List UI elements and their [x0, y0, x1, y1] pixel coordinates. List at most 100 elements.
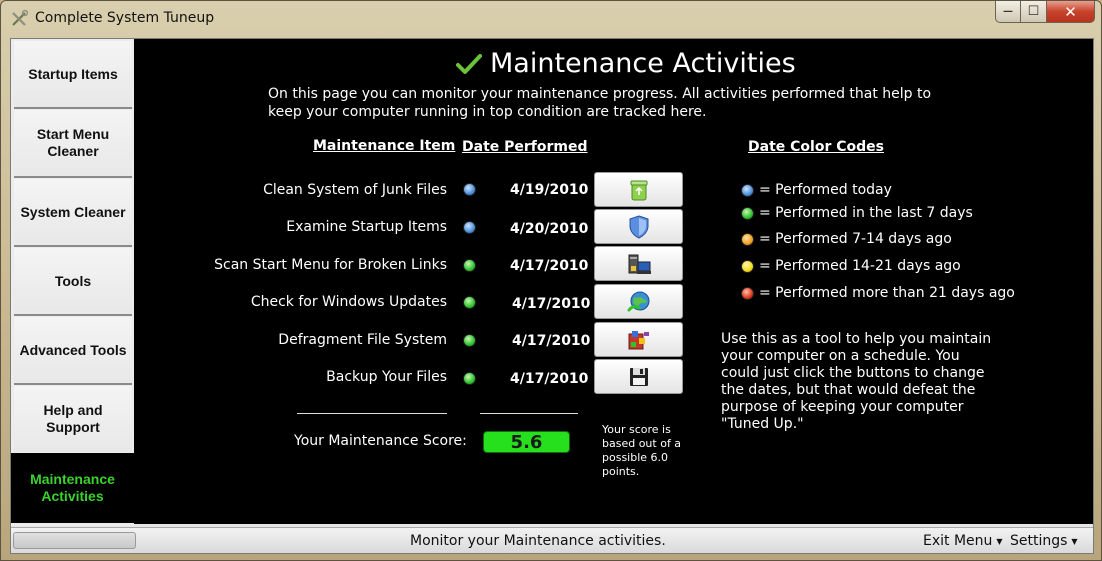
- minimize-button[interactable]: —: [995, 1, 1021, 23]
- legend-text: = Performed 7-14 days ago: [759, 231, 952, 247]
- date-performed: 4/17/2010: [510, 371, 589, 387]
- sidebar-item-label: Startup Items: [28, 65, 118, 82]
- sidebar-item-label: Tools: [54, 272, 92, 289]
- legend-text: = Performed today: [759, 182, 892, 198]
- sidebar-item-label: Help and Support: [43, 402, 103, 435]
- main-panel: Maintenance Activities On this page you …: [134, 39, 1093, 524]
- status-dot-last7: [463, 372, 476, 385]
- intro-text: On this page you can monitor your mainte…: [268, 86, 932, 120]
- legend-text: = Performed in the last 7 days: [759, 205, 973, 221]
- status-dot-today: [741, 183, 754, 197]
- column-header-legend: Date Color Codes: [748, 139, 884, 155]
- sidebar-item-startup-items[interactable]: Startup Items: [14, 41, 132, 107]
- legend-text: = Performed more than 21 days ago: [759, 285, 1015, 301]
- sidebar-divider: [14, 314, 132, 316]
- status-dot-7to14: [741, 232, 754, 246]
- checkmark-icon: [456, 53, 482, 74]
- date-performed: 4/17/2010: [512, 296, 591, 312]
- legend-item-over21: = Performed more than 21 days ago: [741, 285, 1015, 301]
- sidebar-divider: [14, 383, 132, 385]
- sidebar-divider: [14, 176, 132, 178]
- legend-item-7to14: = Performed 7-14 days ago: [741, 231, 952, 247]
- settings-dropdown[interactable]: Settings ▼: [1010, 533, 1078, 549]
- sidebar-item-label: Start Menu Cleaner: [36, 126, 110, 159]
- status-dot-last7: [741, 206, 754, 220]
- defragment-button[interactable]: [594, 322, 683, 357]
- exit-menu-dropdown[interactable]: Exit Menu ▼: [923, 533, 1003, 549]
- minimize-icon: —: [1003, 6, 1013, 17]
- exit-menu-label: Exit Menu: [923, 533, 993, 549]
- caret-down-icon: ▼: [996, 536, 1003, 546]
- status-dot-14to21: [741, 259, 754, 273]
- close-icon: ✕: [1064, 2, 1077, 21]
- clean-junk-files-button[interactable]: [594, 172, 683, 207]
- date-performed: 4/17/2010: [510, 258, 589, 274]
- maintenance-item-label: Scan Start Menu for Broken Links: [214, 257, 447, 273]
- caret-down-icon: ▼: [1071, 536, 1078, 546]
- score-note: Your score is based out of a possible 6.…: [602, 423, 682, 478]
- backup-files-button[interactable]: [594, 359, 683, 394]
- legend-item-last7: = Performed in the last 7 days: [741, 205, 973, 221]
- status-bar: Monitor your Maintenance activities. Exi…: [11, 527, 1093, 553]
- maintenance-item-label: Backup Your Files: [326, 369, 447, 385]
- status-dot-last7: [463, 259, 476, 272]
- page-title: Maintenance Activities: [456, 48, 796, 79]
- sidebar-item-system-cleaner[interactable]: System Cleaner: [14, 179, 132, 245]
- app-window: Complete System Tuneup — ☐ ✕ Startup Ite…: [0, 0, 1102, 561]
- sidebar: Startup Items Start Menu Cleaner System …: [11, 39, 134, 526]
- scan-start-menu-button[interactable]: [594, 246, 683, 281]
- date-performed: 4/20/2010: [510, 221, 589, 237]
- status-dot-last7: [463, 296, 476, 309]
- status-dot-today: [463, 221, 476, 234]
- floppy-disk-icon: [629, 367, 648, 386]
- recycle-bin-icon: [630, 180, 647, 200]
- sidebar-divider: [14, 107, 132, 109]
- status-dot-today: [463, 183, 476, 196]
- maximize-button[interactable]: ☐: [1021, 1, 1047, 23]
- sidebar-item-tools[interactable]: Tools: [14, 248, 132, 314]
- progress-bar: [13, 532, 136, 549]
- shield-icon: [629, 214, 648, 239]
- title-bar[interactable]: Complete System Tuneup — ☐ ✕: [1, 1, 1101, 37]
- page-title-text: Maintenance Activities: [490, 48, 796, 79]
- legend-item-today: = Performed today: [741, 182, 892, 198]
- divider: [480, 413, 578, 414]
- window-title: Complete System Tuneup: [35, 10, 215, 26]
- status-text: Monitor your Maintenance activities.: [410, 533, 666, 549]
- sidebar-item-label: Maintenance Activities: [30, 471, 115, 504]
- client-area: Startup Items Start Menu Cleaner System …: [10, 38, 1094, 554]
- column-header-date: Date Performed: [462, 139, 588, 155]
- defrag-icon: [628, 330, 649, 349]
- advice-text: Use this as a tool to help you maintain …: [721, 331, 992, 432]
- sidebar-divider: [14, 245, 132, 247]
- sidebar-item-label: System Cleaner: [20, 203, 126, 220]
- date-performed: 4/19/2010: [510, 182, 589, 198]
- sidebar-item-help-and-support[interactable]: Help and Support: [14, 386, 132, 452]
- sidebar-item-advanced-tools[interactable]: Advanced Tools: [14, 317, 132, 383]
- legend-text: = Performed 14-21 days ago: [759, 258, 961, 274]
- window-controls: — ☐ ✕: [995, 1, 1095, 23]
- sidebar-item-label: Advanced Tools: [19, 341, 127, 358]
- maintenance-item-label: Defragment File System: [278, 332, 447, 348]
- maintenance-item-label: Examine Startup Items: [286, 219, 447, 235]
- status-dot-last7: [463, 334, 476, 347]
- maintenance-item-label: Clean System of Junk Files: [263, 182, 447, 198]
- globe-update-icon: [627, 291, 649, 311]
- computer-icon: [628, 254, 651, 274]
- legend-item-14to21: = Performed 14-21 days ago: [741, 258, 961, 274]
- close-button[interactable]: ✕: [1047, 1, 1095, 23]
- examine-startup-items-button[interactable]: [594, 209, 683, 244]
- score-label: Your Maintenance Score:: [294, 433, 467, 449]
- tools-app-icon: [12, 10, 28, 26]
- divider: [297, 413, 447, 414]
- column-header-item: Maintenance Item: [313, 138, 456, 154]
- sidebar-item-maintenance-activities[interactable]: Maintenance Activities: [11, 453, 134, 523]
- maximize-icon: ☐: [1027, 4, 1040, 19]
- settings-label: Settings: [1010, 533, 1068, 549]
- check-windows-updates-button[interactable]: [594, 284, 683, 319]
- sidebar-item-start-menu-cleaner[interactable]: Start Menu Cleaner: [14, 110, 132, 176]
- score-value: 5.6: [483, 431, 570, 453]
- date-performed: 4/17/2010: [512, 333, 591, 349]
- status-dot-over21: [741, 286, 754, 300]
- maintenance-item-label: Check for Windows Updates: [250, 294, 447, 310]
